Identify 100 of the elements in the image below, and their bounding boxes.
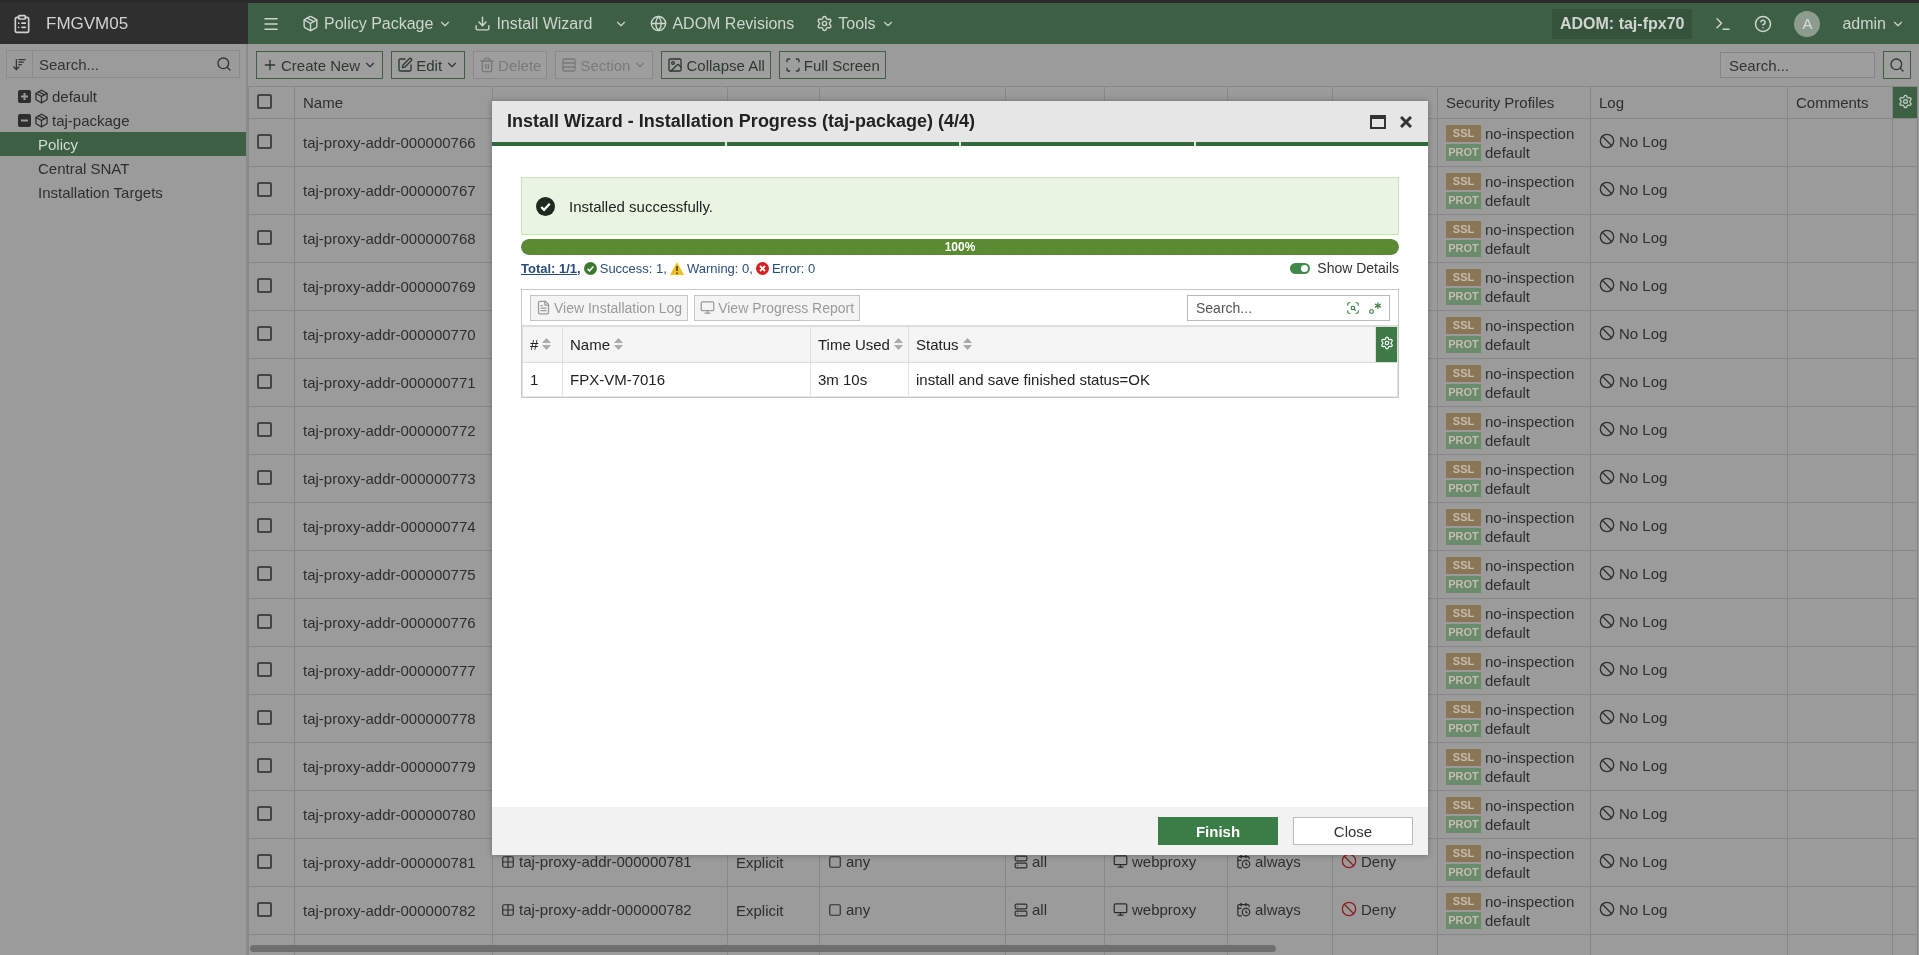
checkbox[interactable] [257, 181, 272, 197]
gear-icon [816, 15, 834, 32]
profile-name: default [1485, 239, 1531, 257]
toggle-switch[interactable] [1290, 262, 1311, 274]
menu-item[interactable]: Install Wizard [474, 14, 593, 33]
checkbox[interactable] [257, 421, 272, 437]
profile-tag: PROT [1446, 287, 1481, 305]
monitor-icon [1113, 854, 1128, 869]
finish-button[interactable]: Finish [1158, 817, 1278, 845]
log-cell: No Log [1619, 420, 1668, 438]
sort-button[interactable] [6, 50, 32, 78]
checkbox[interactable] [257, 229, 272, 245]
log-cell: No Log [1619, 900, 1668, 918]
scrollbar[interactable] [250, 945, 1276, 952]
user-menu[interactable]: admin [1842, 14, 1905, 33]
collapse-icon[interactable] [18, 113, 31, 127]
tree-item[interactable]: Central SNAT [0, 156, 246, 180]
checkbox[interactable] [257, 661, 272, 677]
checkbox[interactable] [257, 517, 272, 533]
column-header[interactable]: Name [562, 326, 811, 363]
profile-name: no-inspection [1485, 172, 1575, 190]
checkbox[interactable] [257, 565, 272, 581]
search-field[interactable]: Search... [1187, 294, 1390, 321]
checkbox[interactable] [257, 757, 272, 773]
checkbox[interactable] [257, 613, 272, 629]
column-header[interactable]: Security Profiles [1437, 86, 1591, 119]
toolbar-button[interactable]: Create New [256, 51, 384, 79]
column-header[interactable]: # [522, 326, 563, 363]
table-cell: taj-proxy-addr-000000780 [303, 806, 476, 823]
menu-item[interactable]: Tools [816, 14, 895, 33]
trash-icon [479, 57, 496, 73]
sort-icon[interactable] [893, 338, 903, 350]
log-cell: No Log [1619, 228, 1668, 246]
search-button[interactable] [1883, 51, 1911, 79]
column-header[interactable]: Comments [1787, 86, 1893, 119]
toolbar-button[interactable]: Collapse All [661, 51, 771, 79]
profile-tag: SSL [1446, 364, 1481, 382]
gear-icon [1379, 336, 1394, 350]
checkbox[interactable] [257, 853, 272, 869]
no-entry-icon [1599, 661, 1615, 678]
success-icon [536, 196, 555, 216]
regex-icon[interactable] [1368, 300, 1382, 315]
checkbox[interactable] [257, 373, 272, 389]
expand-icon[interactable] [18, 89, 31, 103]
tree-item[interactable]: default [52, 87, 98, 105]
column-settings-button[interactable] [1892, 86, 1918, 119]
close-button[interactable]: Close [1293, 817, 1413, 845]
package-icon [302, 15, 319, 32]
schedule-cell: always [1255, 853, 1301, 870]
checkbox[interactable] [257, 325, 272, 341]
column-header[interactable]: Log [1590, 86, 1788, 119]
search-icon[interactable] [1346, 300, 1360, 315]
toolbar-button[interactable]: Full Screen [778, 51, 886, 79]
no-entry-icon [1599, 709, 1615, 726]
profile-name: default [1485, 527, 1531, 545]
profile-name: no-inspection [1485, 364, 1575, 382]
sort-icon[interactable] [542, 338, 552, 350]
search-field[interactable]: Search... [32, 50, 240, 78]
help-icon[interactable] [1754, 14, 1773, 33]
log-cell: No Log [1619, 852, 1668, 870]
toolbar-button[interactable]: Edit [391, 51, 466, 79]
no-entry-icon [1599, 613, 1615, 630]
sort-icon[interactable] [962, 338, 972, 350]
error-icon [755, 261, 769, 275]
tree-item[interactable]: taj-package [52, 111, 130, 129]
checkbox[interactable] [257, 469, 272, 485]
checkbox[interactable] [257, 709, 272, 725]
column-header[interactable]: Status [908, 326, 1376, 363]
table-cell: install and save finished status=OK [908, 362, 1398, 397]
profile-tag: PROT [1446, 911, 1481, 929]
profile-tag: SSL [1446, 460, 1481, 478]
checkbox[interactable] [257, 93, 272, 109]
checkbox[interactable] [257, 133, 272, 149]
search-field[interactable]: Search... [1720, 52, 1875, 78]
interface-cell: any [846, 901, 871, 919]
total-link[interactable]: Total: 1/1, [521, 260, 581, 276]
checkbox[interactable] [257, 901, 272, 917]
table-cell: taj-proxy-addr-000000774 [303, 518, 476, 535]
close-icon[interactable] [1400, 115, 1412, 128]
profile-tag: SSL [1446, 796, 1481, 814]
edit-icon [397, 57, 414, 73]
warning-icon [669, 261, 684, 275]
no-entry-icon [1599, 277, 1615, 294]
checkbox[interactable] [257, 277, 272, 293]
maximize-icon[interactable] [1370, 114, 1386, 129]
profile-tag: PROT [1446, 479, 1481, 497]
tree-item[interactable]: Policy [0, 132, 246, 156]
menu-item[interactable]: ADOM Revisions [650, 14, 795, 33]
adom-label[interactable]: ADOM: taj-fpx70 [1551, 8, 1693, 39]
profile-tag: SSL [1446, 220, 1481, 238]
server-icon [1014, 902, 1028, 917]
search-icon[interactable] [216, 56, 232, 72]
sort-icon[interactable] [614, 338, 623, 350]
column-header[interactable]: Time Used [810, 326, 909, 363]
column-header[interactable]: Name [294, 86, 493, 119]
profile-name: default [1485, 287, 1531, 305]
profile-name: no-inspection [1485, 460, 1575, 478]
menu-item[interactable]: Policy Package [302, 14, 453, 33]
checkbox[interactable] [257, 805, 272, 821]
tree-item[interactable]: Installation Targets [0, 180, 246, 204]
